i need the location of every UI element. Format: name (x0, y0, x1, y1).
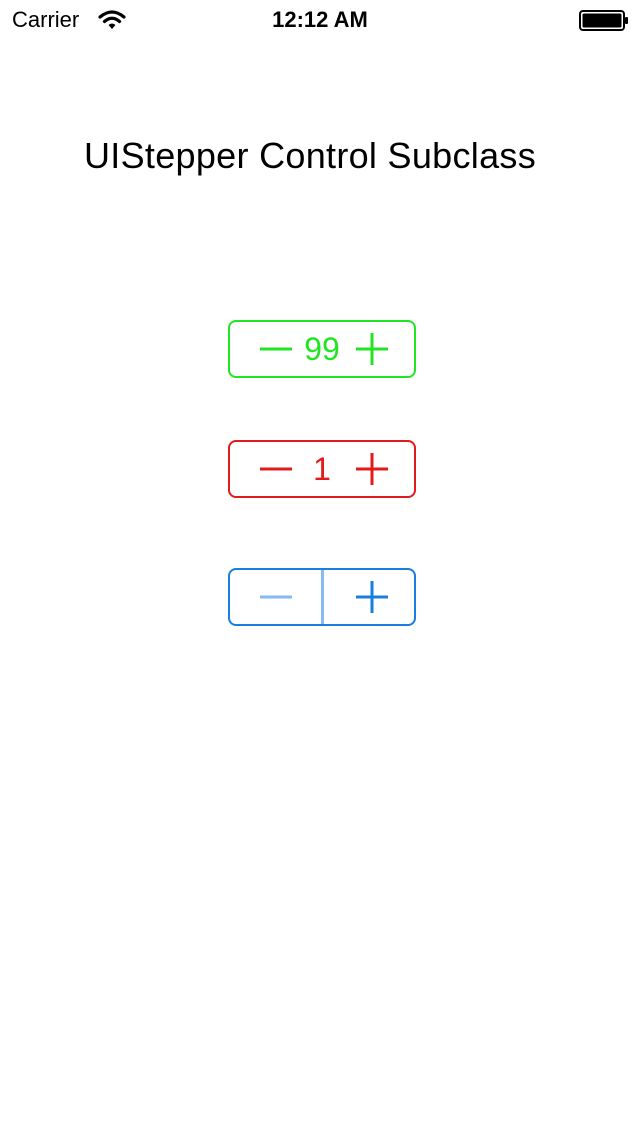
blue-stepper (228, 568, 416, 626)
plus-icon (356, 453, 388, 485)
plus-icon (356, 333, 388, 365)
increment-button[interactable] (324, 322, 414, 376)
battery-icon (579, 10, 628, 31)
red-stepper: 1 (228, 440, 416, 498)
status-time: 12:12 AM (272, 7, 368, 32)
increment-button[interactable] (324, 442, 414, 496)
increment-button[interactable] (324, 570, 414, 624)
status-bar: Carrier 12:12 AM (0, 0, 640, 40)
green-stepper: 99 (228, 320, 416, 378)
plus-icon (356, 581, 388, 613)
minus-icon (260, 595, 292, 599)
page-title: UIStepper Control Subclass (83, 135, 537, 177)
decrement-button[interactable] (230, 570, 320, 624)
